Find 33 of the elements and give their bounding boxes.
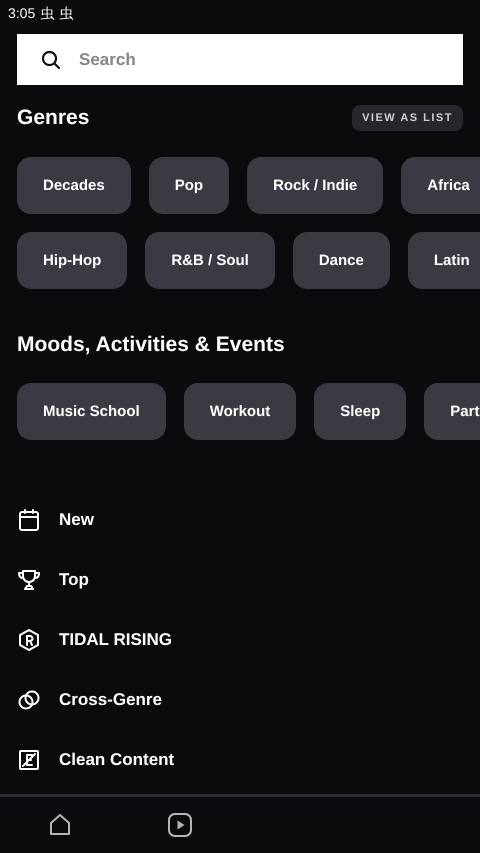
- hexagon-r-icon: [17, 628, 41, 652]
- search-icon: [41, 50, 61, 70]
- genre-chip[interactable]: Sleep: [314, 383, 406, 440]
- search-field[interactable]: Search: [77, 48, 463, 70]
- status-time: 3:05: [8, 4, 36, 22]
- category-link[interactable]: TIDAL RISING: [17, 610, 480, 670]
- genre-chip[interactable]: Music School: [17, 383, 166, 440]
- category-link[interactable]: New: [17, 490, 480, 550]
- trophy-icon: [17, 568, 41, 592]
- play-icon: [167, 812, 193, 838]
- rings-icon: [17, 688, 41, 712]
- genre-chip[interactable]: Dance: [292, 232, 390, 289]
- status-glyph: 虫: [59, 4, 74, 22]
- clean-icon: [17, 748, 41, 772]
- genre-chip[interactable]: Africa: [401, 157, 480, 214]
- section-title: Moods, Activities & Events: [17, 333, 285, 357]
- category-link[interactable]: Cross-Genre: [17, 670, 480, 730]
- genre-chip[interactable]: Rock / Indie: [247, 157, 384, 214]
- status-glyph: 虫: [40, 4, 54, 22]
- genre-chip[interactable]: R&B / Soul: [145, 232, 275, 289]
- home-icon: [48, 813, 72, 837]
- category-link[interactable]: Clean Content: [17, 730, 480, 790]
- calendar-icon: [17, 508, 41, 532]
- genre-chip[interactable]: Workout: [184, 383, 296, 440]
- search-bar[interactable]: Search: [17, 34, 463, 85]
- genre-chip[interactable]: Latin: [408, 232, 480, 289]
- genre-chip[interactable]: Part: [424, 383, 480, 440]
- view-as-list-button[interactable]: VIEW AS LIST: [352, 105, 463, 131]
- section-title: Genres: [17, 106, 90, 130]
- genre-chip[interactable]: Pop: [148, 157, 230, 214]
- genre-chip[interactable]: Decades: [17, 157, 131, 214]
- genre-chip[interactable]: Hip-Hop: [17, 232, 128, 289]
- category-link[interactable]: Top: [17, 550, 480, 610]
